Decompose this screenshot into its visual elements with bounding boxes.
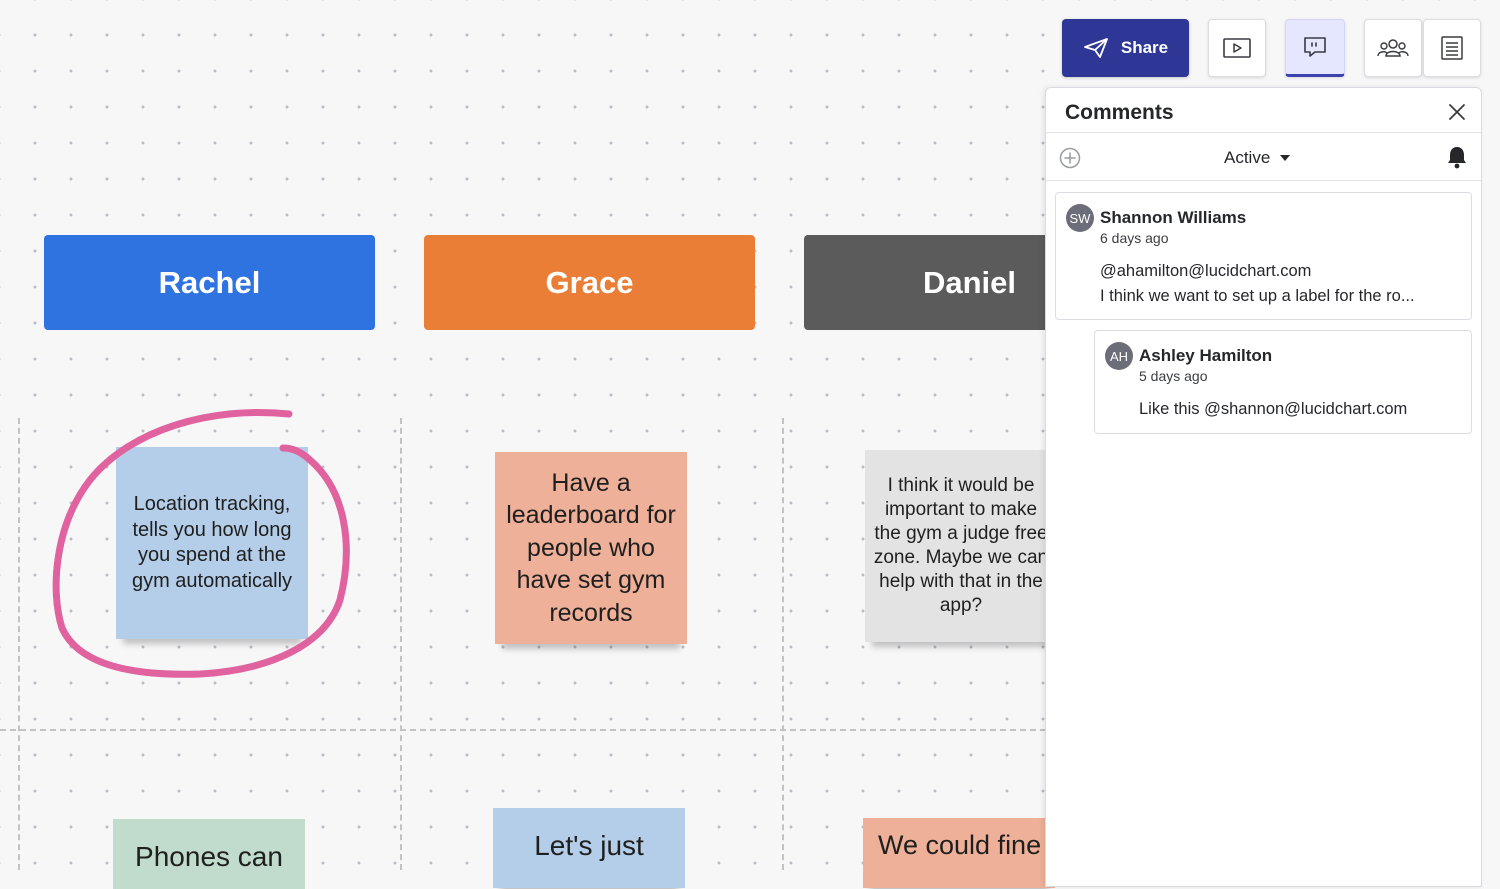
sticky-note[interactable]: Phones can — [113, 819, 305, 889]
comment-mention[interactable]: @ahamilton@lucidchart.com — [1100, 262, 1311, 281]
comment-icon — [1304, 37, 1326, 57]
comment-author: Ashley Hamilton — [1139, 346, 1273, 365]
share-button[interactable]: Share — [1062, 19, 1189, 77]
comments-button[interactable] — [1285, 19, 1345, 77]
comment-time: 6 days ago — [1100, 230, 1169, 246]
sticky-note[interactable]: Have a leaderboard for people who have s… — [495, 452, 687, 644]
panel-divider — [1046, 180, 1481, 181]
avatar: SW — [1066, 204, 1094, 232]
avatar: AH — [1105, 342, 1133, 370]
lane-divider — [782, 418, 784, 870]
people-icon — [1377, 39, 1409, 57]
column-header-grace[interactable]: Grace — [424, 235, 755, 330]
caret-down-icon — [1280, 155, 1291, 161]
notes-button[interactable] — [1423, 19, 1481, 77]
comment-author: Shannon Williams — [1100, 208, 1247, 227]
comment-card[interactable]: SW Shannon Williams 6 days ago @ahamilto… — [1055, 192, 1472, 320]
panel-title: Comments — [1065, 101, 1174, 124]
paper-plane-icon — [1083, 38, 1108, 58]
lane-divider — [18, 418, 20, 870]
filter-label: Active — [1224, 148, 1271, 167]
collaborators-button[interactable] — [1364, 19, 1422, 77]
play-icon — [1223, 38, 1251, 58]
plus-circle-icon[interactable] — [1059, 147, 1081, 169]
row-divider — [0, 729, 1046, 731]
sticky-note[interactable]: We could fine — [863, 818, 1055, 888]
bell-icon[interactable] — [1446, 145, 1468, 169]
close-icon[interactable] — [1448, 103, 1466, 121]
comment-time: 5 days ago — [1139, 368, 1208, 384]
comments-panel: Comments Active SW Shannon Williams 6 da… — [1045, 87, 1482, 887]
comment-reply-card[interactable]: AH Ashley Hamilton 5 days ago Like this … — [1094, 330, 1472, 434]
comment-text: I think we want to set up a label for th… — [1100, 287, 1415, 305]
present-button[interactable] — [1208, 19, 1266, 77]
lane-divider — [400, 418, 402, 870]
sticky-note[interactable]: Let's just — [493, 808, 685, 888]
comment-text: Like this @shannon@lucidchart.com — [1139, 400, 1408, 418]
filter-dropdown[interactable]: Active — [1224, 148, 1291, 168]
sticky-note[interactable]: Location tracking, tells you how long yo… — [116, 447, 308, 639]
sticky-note[interactable]: I think it would be important to make th… — [865, 450, 1057, 642]
panel-divider — [1046, 132, 1481, 133]
share-label: Share — [1120, 38, 1169, 57]
column-header-rachel[interactable]: Rachel — [44, 235, 375, 330]
document-icon — [1441, 36, 1463, 60]
